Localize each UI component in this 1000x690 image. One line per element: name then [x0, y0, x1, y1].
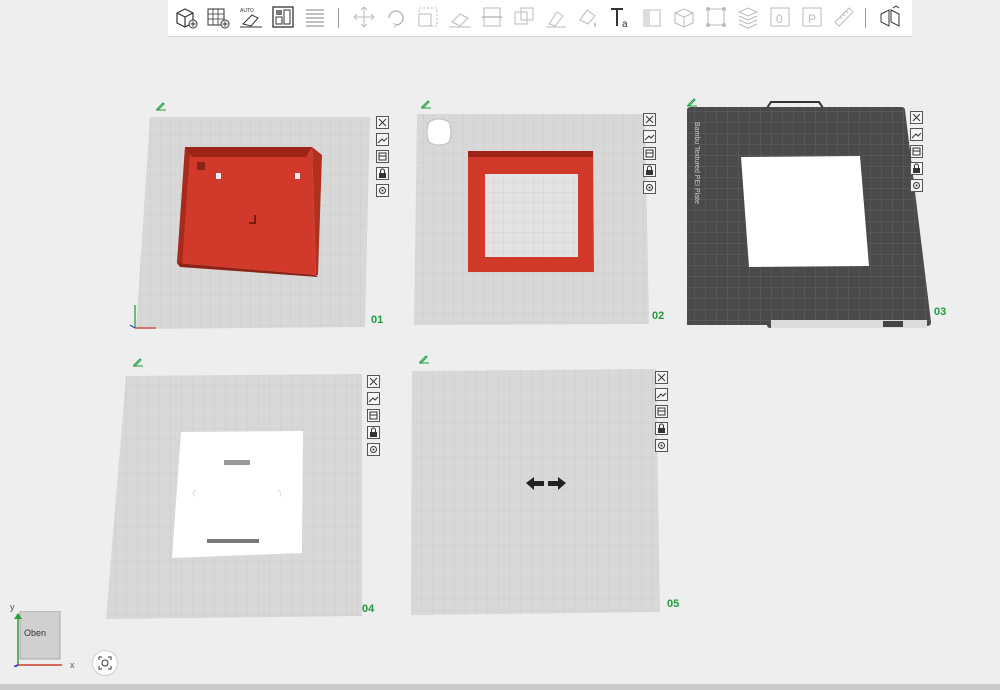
plate-01-controls [376, 116, 392, 201]
lay-on-face-icon[interactable] [447, 4, 473, 30]
arrange-plate-icon[interactable] [910, 128, 923, 141]
zero-icon[interactable]: 0 [767, 4, 793, 30]
bottom-edge [0, 684, 1000, 690]
color-paint-icon[interactable] [575, 4, 601, 30]
axis-y-label: y [10, 602, 15, 612]
plate-05-controls [655, 371, 671, 456]
plate-01-number: 01 [371, 314, 384, 326]
rotate-icon[interactable] [383, 4, 409, 30]
edit-plate-04-icon[interactable] [132, 354, 144, 367]
edit-plate-02-icon[interactable] [420, 96, 432, 109]
text-tool-label: a [622, 19, 628, 30]
bed-label: Bambu Textured PEI Plate [693, 122, 700, 204]
plate-03[interactable]: Bambu Textured PEI Plate [683, 100, 933, 332]
close-plate-icon[interactable] [367, 375, 380, 388]
boolean-icon[interactable] [511, 4, 537, 30]
lock-plate-icon[interactable] [655, 422, 668, 435]
ruler-icon[interactable] [831, 4, 857, 30]
edit-plate-05-icon[interactable] [418, 351, 430, 364]
recenter-view-icon[interactable] [92, 650, 118, 676]
plate-settings-icon[interactable] [643, 181, 656, 194]
plate-settings-icon[interactable] [655, 439, 668, 452]
arrange-plate-icon[interactable] [643, 130, 656, 143]
plate-04-controls [367, 375, 383, 460]
close-plate-icon[interactable] [376, 116, 389, 129]
add-plate-icon[interactable] [205, 4, 231, 30]
orient-plate-icon[interactable] [643, 147, 656, 160]
plate-04[interactable] [104, 373, 366, 621]
plate-04-number: 04 [362, 603, 375, 615]
plate-02-number: 02 [652, 310, 665, 322]
plate-05-number: 05 [667, 598, 680, 610]
assembly-view-icon[interactable] [877, 4, 903, 30]
plate-05[interactable] [410, 368, 662, 618]
text-icon[interactable]: a [607, 4, 633, 30]
zero-label: 0 [776, 12, 783, 26]
add-object-icon[interactable] [173, 4, 199, 30]
plate-settings-icon[interactable] [910, 179, 923, 192]
scale-icon[interactable] [415, 4, 441, 30]
axis-x-label: x [70, 660, 75, 670]
lock-plate-icon[interactable] [910, 162, 923, 175]
top-toolbar: AUTO a 0 P [168, 0, 912, 37]
assembly-icon[interactable] [671, 4, 697, 30]
plate-settings-icon[interactable] [367, 443, 380, 456]
plate-settings-icon[interactable] [376, 184, 389, 197]
close-plate-icon[interactable] [655, 371, 668, 384]
support-paint-icon[interactable] [543, 4, 569, 30]
lock-plate-icon[interactable] [643, 164, 656, 177]
variable-layer-icon[interactable] [639, 4, 665, 30]
orient-plate-icon[interactable] [910, 145, 923, 158]
plate-03-number: 03 [934, 306, 947, 318]
plate-02[interactable] [413, 112, 650, 327]
measure-icon[interactable] [703, 4, 729, 30]
toolbar-divider [865, 8, 866, 28]
plate-03-controls [910, 111, 926, 196]
auto-arrange-label: AUTO [240, 8, 254, 14]
cut-icon[interactable] [479, 4, 505, 30]
layers-icon[interactable] [735, 4, 761, 30]
lock-plate-icon[interactable] [376, 167, 389, 180]
arrange-plate-icon[interactable] [367, 392, 380, 405]
orient-plate-icon[interactable] [367, 409, 380, 422]
plate-p-label: P [808, 12, 816, 26]
split-plates-icon[interactable] [302, 4, 328, 30]
view-cube-label: Oben [24, 628, 47, 638]
close-plate-icon[interactable] [910, 111, 923, 124]
plate-01[interactable] [129, 115, 375, 330]
toolbar-divider [338, 8, 339, 28]
edit-plate-01-icon[interactable] [155, 98, 167, 111]
plate-02-controls [643, 113, 659, 198]
orient-plate-icon[interactable] [655, 405, 668, 418]
lock-plate-icon[interactable] [367, 426, 380, 439]
view-cube[interactable] [13, 610, 64, 668]
arrange-plate-icon[interactable] [376, 133, 389, 146]
auto-arrange-icon[interactable]: AUTO [238, 4, 264, 30]
move-icon[interactable] [351, 4, 377, 30]
arrange-icon[interactable] [270, 4, 296, 30]
orient-plate-icon[interactable] [376, 150, 389, 163]
close-plate-icon[interactable] [643, 113, 656, 126]
arrange-plate-icon[interactable] [655, 388, 668, 401]
plate-p-icon[interactable]: P [799, 4, 825, 30]
